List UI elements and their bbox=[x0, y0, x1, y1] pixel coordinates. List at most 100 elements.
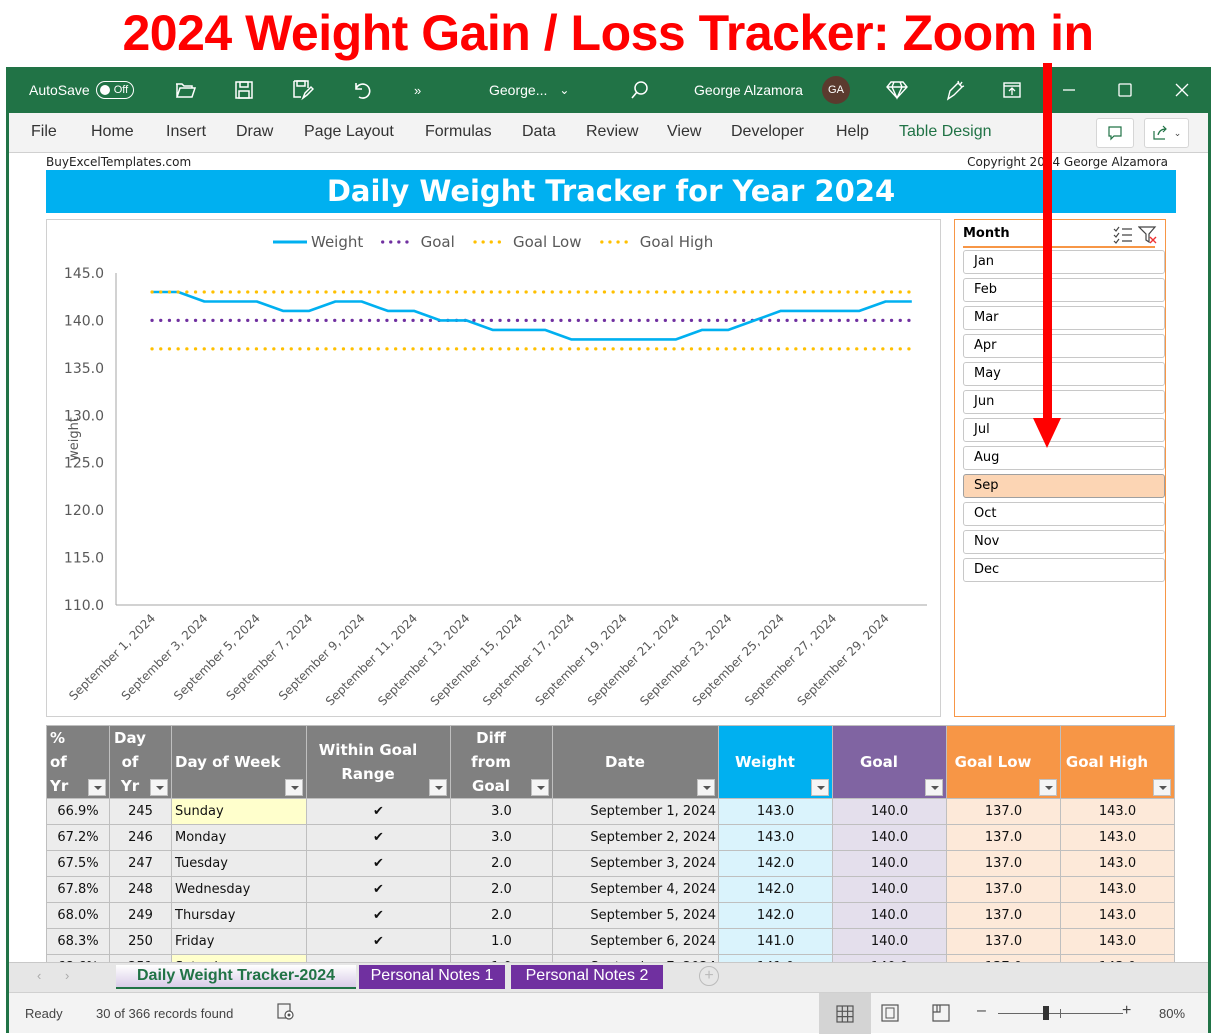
pct-of-year-cell[interactable]: 67.5% bbox=[46, 850, 110, 877]
within-goal-cell[interactable]: ✔ bbox=[306, 876, 451, 903]
filter-dropdown-button[interactable] bbox=[697, 779, 715, 796]
filter-dropdown-button[interactable] bbox=[925, 779, 943, 796]
minimize-icon[interactable] bbox=[1061, 67, 1077, 113]
goal-cell[interactable]: 140.0 bbox=[832, 850, 947, 877]
within-goal-cell[interactable]: ✔ bbox=[306, 824, 451, 851]
page-break-view-icon[interactable] bbox=[932, 1004, 950, 1025]
goal-cell[interactable]: 140.0 bbox=[832, 798, 947, 825]
filter-dropdown-button[interactable] bbox=[285, 779, 303, 796]
scroll-right-icon[interactable]: › bbox=[65, 968, 69, 983]
slicer-item-mar[interactable]: Mar bbox=[963, 306, 1165, 330]
within-goal-cell[interactable]: ✔ bbox=[306, 798, 451, 825]
goal-low-cell[interactable]: 137.0 bbox=[946, 824, 1061, 851]
within-goal-cell[interactable]: ✔ bbox=[306, 902, 451, 929]
weight-cell[interactable]: 142.0 bbox=[718, 850, 833, 877]
day-of-year-cell[interactable]: 246 bbox=[109, 824, 172, 851]
scroll-left-icon[interactable]: ‹ bbox=[37, 968, 41, 983]
page-layout-view-icon[interactable] bbox=[881, 1004, 899, 1025]
weight-cell[interactable]: 143.0 bbox=[718, 824, 833, 851]
tab-review[interactable]: Review bbox=[586, 123, 638, 141]
goal-low-cell[interactable]: 137.0 bbox=[946, 850, 1061, 877]
table-row[interactable]: 68.0% 249 Thursday ✔ 2.0 September 5, 2024 142… bbox=[46, 902, 1175, 929]
multi-select-icon[interactable] bbox=[1113, 226, 1133, 244]
day-of-year-cell[interactable]: 247 bbox=[109, 850, 172, 877]
open-folder-icon[interactable] bbox=[174, 67, 196, 113]
slicer-item-nov[interactable]: Nov bbox=[963, 530, 1165, 554]
sheet-tab-daily-weight-tracker[interactable]: Daily Weight Tracker-2024 bbox=[116, 965, 356, 989]
user-avatar[interactable]: GA bbox=[822, 67, 850, 113]
pct-of-year-cell[interactable]: 67.2% bbox=[46, 824, 110, 851]
goal-high-cell[interactable]: 143.0 bbox=[1060, 824, 1175, 851]
slicer-item-aug[interactable]: Aug bbox=[963, 446, 1165, 470]
autosave-toggle[interactable]: AutoSave Off bbox=[29, 67, 135, 113]
tab-developer[interactable]: Developer bbox=[731, 123, 804, 141]
filter-dropdown-button[interactable] bbox=[811, 779, 829, 796]
within-goal-cell[interactable]: ✔ bbox=[306, 850, 451, 877]
normal-view-button[interactable] bbox=[819, 993, 871, 1034]
filename-dropdown[interactable]: George... ⌄ bbox=[489, 67, 569, 113]
tab-insert[interactable]: Insert bbox=[166, 123, 206, 141]
filter-dropdown-button[interactable] bbox=[429, 779, 447, 796]
goal-cell[interactable]: 140.0 bbox=[832, 876, 947, 903]
weight-cell[interactable]: 142.0 bbox=[718, 876, 833, 903]
goal-high-cell[interactable]: 143.0 bbox=[1060, 928, 1175, 955]
pct-of-year-cell[interactable]: 66.9% bbox=[46, 798, 110, 825]
table-row[interactable]: 67.8% 248 Wednesday ✔ 2.0 September 4, 2024 14… bbox=[46, 876, 1175, 903]
tab-table-design[interactable]: Table Design bbox=[899, 123, 992, 141]
tab-page-layout[interactable]: Page Layout bbox=[304, 123, 394, 141]
slicer-item-oct[interactable]: Oct bbox=[963, 502, 1165, 526]
day-of-week-cell[interactable]: Friday bbox=[171, 928, 307, 955]
pct-of-year-cell[interactable]: 68.0% bbox=[46, 902, 110, 929]
goal-low-cell[interactable]: 137.0 bbox=[946, 876, 1061, 903]
maximize-icon[interactable] bbox=[1117, 67, 1133, 113]
slicer-item-jun[interactable]: Jun bbox=[963, 390, 1165, 414]
close-icon[interactable] bbox=[1174, 67, 1190, 113]
tab-draw[interactable]: Draw bbox=[236, 123, 273, 141]
tab-home[interactable]: Home bbox=[91, 123, 134, 141]
filter-dropdown-button[interactable] bbox=[1039, 779, 1057, 796]
slicer-item-sep[interactable]: Sep bbox=[963, 474, 1165, 498]
table-row[interactable]: 67.2% 246 Monday ✔ 3.0 September 2, 2024 143.0… bbox=[46, 824, 1175, 851]
comments-button[interactable] bbox=[1096, 118, 1134, 148]
goal-high-cell[interactable]: 143.0 bbox=[1060, 798, 1175, 825]
pen-brush-icon[interactable] bbox=[944, 67, 966, 113]
date-cell[interactable]: September 4, 2024 bbox=[552, 876, 719, 903]
day-of-year-cell[interactable]: 245 bbox=[109, 798, 172, 825]
tab-help[interactable]: Help bbox=[836, 123, 869, 141]
goal-high-cell[interactable]: 143.0 bbox=[1060, 876, 1175, 903]
weight-cell[interactable]: 141.0 bbox=[718, 928, 833, 955]
slicer-item-dec[interactable]: Dec bbox=[963, 558, 1165, 582]
goal-low-cell[interactable]: 137.0 bbox=[946, 902, 1061, 929]
table-row[interactable]: 68.3% 250 Friday ✔ 1.0 September 6, 2024 141.0… bbox=[46, 928, 1175, 955]
slicer-item-jul[interactable]: Jul bbox=[963, 418, 1165, 442]
goal-cell[interactable]: 140.0 bbox=[832, 928, 947, 955]
diff-from-goal-cell[interactable]: 3.0 bbox=[450, 798, 553, 825]
date-cell[interactable]: September 3, 2024 bbox=[552, 850, 719, 877]
search-icon[interactable] bbox=[629, 67, 649, 113]
accessibility-icon[interactable] bbox=[277, 1003, 295, 1024]
day-of-year-cell[interactable]: 248 bbox=[109, 876, 172, 903]
slicer-item-feb[interactable]: Feb bbox=[963, 278, 1165, 302]
within-goal-cell[interactable]: ✔ bbox=[306, 928, 451, 955]
day-of-week-cell[interactable]: Wednesday bbox=[171, 876, 307, 903]
diff-from-goal-cell[interactable]: 2.0 bbox=[450, 850, 553, 877]
day-of-year-cell[interactable]: 249 bbox=[109, 902, 172, 929]
worksheet[interactable]: BuyExcelTemplates.com Copyright 2024 Geo… bbox=[9, 153, 1208, 981]
diff-from-goal-cell[interactable]: 1.0 bbox=[450, 928, 553, 955]
goal-cell[interactable]: 140.0 bbox=[832, 902, 947, 929]
diamond-icon[interactable] bbox=[886, 67, 908, 113]
user-name[interactable]: George Alzamora bbox=[694, 67, 803, 113]
date-cell[interactable]: September 6, 2024 bbox=[552, 928, 719, 955]
weight-chart[interactable]: 145.0 140.0 135.0 130.0 125.0 120.0 115.0 110.0… bbox=[46, 219, 941, 717]
save-icon[interactable] bbox=[234, 67, 254, 113]
filter-dropdown-button[interactable] bbox=[531, 779, 549, 796]
date-cell[interactable]: September 2, 2024 bbox=[552, 824, 719, 851]
day-of-week-cell[interactable]: Thursday bbox=[171, 902, 307, 929]
goal-high-cell[interactable]: 143.0 bbox=[1060, 850, 1175, 877]
date-cell[interactable]: September 5, 2024 bbox=[552, 902, 719, 929]
zoom-slider-thumb[interactable] bbox=[1043, 1006, 1050, 1020]
day-of-year-cell[interactable]: 250 bbox=[109, 928, 172, 955]
share-button[interactable]: ⌄ bbox=[1144, 118, 1189, 148]
table-row[interactable]: 66.9% 245 Sunday ✔ 3.0 September 1, 2024 143.0… bbox=[46, 798, 1175, 825]
tab-formulas[interactable]: Formulas bbox=[425, 123, 492, 141]
